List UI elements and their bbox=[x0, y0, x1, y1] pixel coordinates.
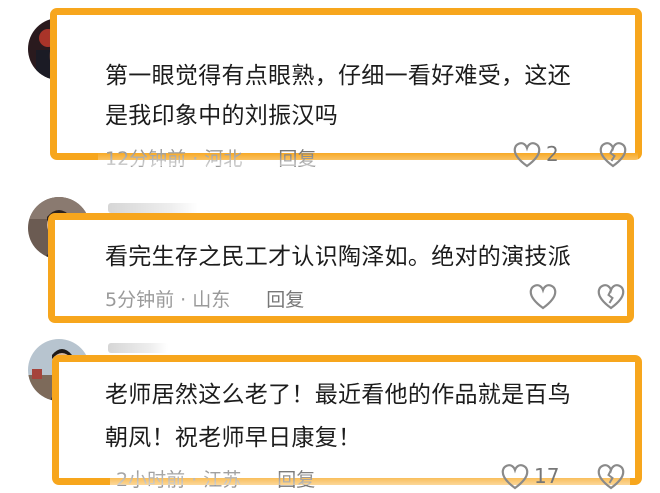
comment-text-line-2: 是我印象中的刘振汉吗 bbox=[105, 103, 338, 129]
like-count: 17 bbox=[534, 464, 560, 488]
comment-text-line-1: 看完生存之民工才认识陶泽如。绝对的演技派 bbox=[105, 244, 571, 270]
comment-3: 老师居然这么老了！最近看他的作品就是百鸟 朝凤！祝老师早日康复！ 2小时前 · … bbox=[0, 335, 660, 493]
comment-2: 看完生存之民工才认识陶泽如。绝对的演技派 5分钟前 · 山东 回复 bbox=[0, 185, 660, 335]
comment-text-line-1: 老师居然这么老了！最近看他的作品就是百鸟 bbox=[105, 382, 571, 408]
comment-meta: 5分钟前 · 山东 回复 bbox=[105, 285, 304, 312]
heart-icon[interactable] bbox=[528, 283, 558, 311]
broken-heart-icon[interactable] bbox=[596, 283, 626, 311]
comment-text-line-1: 第一眼觉得有点眼熟，仔细一看好难受，这还 bbox=[105, 63, 571, 89]
heart-icon[interactable] bbox=[500, 463, 530, 491]
comment-text-line-2: 朝凤！祝老师早日康复！ bbox=[105, 425, 362, 451]
comment-actions: 2 bbox=[512, 141, 632, 171]
reply-button[interactable]: 回复 bbox=[266, 289, 304, 311]
location: 山东 bbox=[192, 289, 231, 311]
broken-heart-icon[interactable] bbox=[598, 141, 628, 169]
timestamp: 5分钟前 bbox=[105, 289, 175, 311]
comment-actions: 17 bbox=[500, 463, 630, 493]
broken-heart-icon[interactable] bbox=[596, 463, 626, 491]
username[interactable] bbox=[108, 203, 198, 213]
username[interactable] bbox=[108, 343, 168, 353]
heart-icon[interactable] bbox=[512, 141, 542, 169]
like-count: 2 bbox=[546, 142, 559, 166]
comment-actions bbox=[528, 283, 628, 313]
comment-1: 第一眼觉得有点眼熟，仔细一看好难受，这还 是我印象中的刘振汉吗 12分钟前 · … bbox=[0, 0, 660, 180]
dot-separator: · bbox=[180, 289, 193, 311]
